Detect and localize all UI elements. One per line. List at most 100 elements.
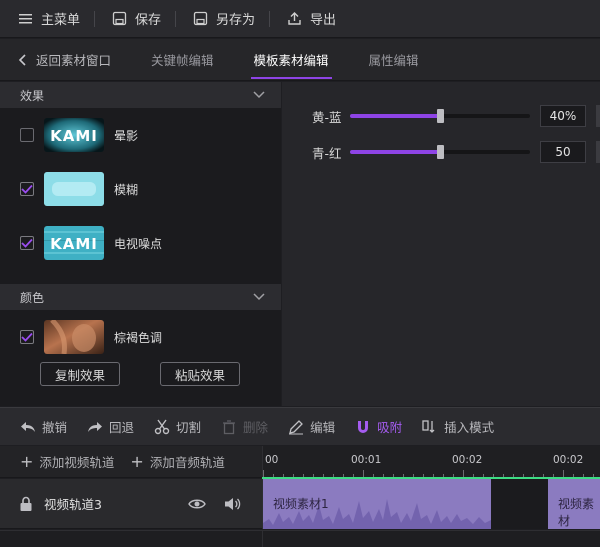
edit-label: 编辑 — [310, 420, 336, 435]
effect-item-tv-noise[interactable]: KAMI 电视噪点 — [0, 216, 281, 270]
add-audio-track-label: 添加音频轨道 — [149, 455, 225, 470]
color-section-header[interactable]: 颜色 — [0, 284, 281, 310]
slider-label-yellow-blue: 黄-蓝 — [312, 109, 342, 125]
timeline-scrollbar-area[interactable] — [0, 530, 600, 547]
slider-fill — [350, 150, 440, 154]
effect-label-vignette: 晕影 — [114, 128, 139, 143]
clip-label: 视频素材 — [558, 497, 595, 528]
effects-section-title: 效果 — [20, 88, 45, 103]
insert-mode-button[interactable]: 插入模式 — [402, 408, 494, 446]
back-to-material-window-button[interactable]: 返回素材窗口 — [0, 39, 131, 81]
edit-button[interactable]: 编辑 — [268, 408, 335, 446]
magnet-icon — [358, 420, 369, 433]
insert-mode-icon — [422, 419, 435, 433]
clip-video-material-2[interactable]: 视频素材 — [548, 479, 600, 529]
effect-checkbox-vignette[interactable] — [20, 128, 34, 142]
tab-template-material-edit[interactable]: 模板素材编辑 — [234, 39, 349, 81]
redo-button[interactable]: 回退 — [67, 408, 134, 446]
slider-handle[interactable] — [437, 109, 444, 123]
slider-row-cyan-red: 青-红 50 — [282, 140, 600, 164]
checkmark-icon — [21, 238, 33, 248]
back-label: 返回素材窗口 — [36, 53, 112, 68]
tv-noise-thumbnail: KAMI — [44, 226, 104, 260]
paste-effect-button[interactable]: 粘贴效果 — [160, 362, 240, 386]
track-lane-video-3[interactable]: 视频素材1 视频素材 — [262, 479, 600, 529]
properties-panel: 黄-蓝 40% 青-红 50 — [282, 82, 600, 406]
blur-thumbnail — [44, 172, 104, 206]
add-video-track-label: 添加视频轨道 — [39, 455, 115, 470]
effect-checkbox-sepia[interactable] — [20, 330, 34, 344]
ruler-tick-label: 00 — [265, 454, 279, 466]
clip-label: 视频素材1 — [273, 497, 329, 511]
effect-label-sepia: 棕褐色调 — [114, 330, 163, 345]
value-input-yellow-blue[interactable]: 40% — [540, 105, 586, 127]
undo-button[interactable]: 撤销 — [0, 408, 67, 446]
divider — [262, 531, 263, 547]
delete-label: 删除 — [243, 420, 269, 435]
chevron-down-icon — [253, 91, 265, 99]
plus-icon: + — [20, 451, 34, 471]
effect-item-vignette[interactable]: KAMI 晕影 — [0, 108, 281, 162]
editor-tab-bar: 返回素材窗口 关键帧编辑 模板素材编辑 属性编辑 — [0, 39, 600, 81]
add-audio-track-button[interactable]: + 添加音频轨道 — [130, 452, 224, 471]
save-icon — [112, 11, 127, 26]
main-menu-button[interactable]: 主菜单 — [0, 0, 94, 38]
pencil-icon — [289, 419, 304, 434]
checkmark-icon — [21, 332, 33, 342]
chevron-down-icon — [253, 293, 265, 301]
hamburger-icon — [19, 14, 32, 24]
stepper-edge[interactable] — [596, 141, 600, 163]
effect-checkbox-tv-noise[interactable] — [20, 236, 34, 250]
checkmark-icon — [21, 184, 33, 194]
tab-properties-edit[interactable]: 属性编辑 — [349, 39, 439, 81]
timeline-ruler[interactable]: 00 00:01 00:02 00:02 — [262, 446, 600, 478]
effect-label-blur: 模糊 — [114, 182, 139, 197]
slider-cyan-red[interactable] — [350, 145, 530, 159]
redo-label: 回退 — [109, 420, 135, 435]
effect-item-sepia[interactable]: 棕褐色调 — [0, 310, 281, 364]
value-input-cyan-red[interactable]: 50 — [540, 141, 586, 163]
eye-icon[interactable] — [188, 497, 206, 511]
save-as-label: 另存为 — [216, 13, 256, 28]
clip-video-material-1[interactable]: 视频素材1 — [263, 479, 491, 529]
cut-label: 切割 — [176, 420, 202, 435]
slider-label-cyan-red: 青-红 — [312, 145, 342, 161]
save-as-icon — [193, 11, 208, 26]
ruler-tick-label: 00:02 — [553, 454, 584, 466]
chevron-left-icon — [18, 53, 26, 66]
timeline-toolbar: 撤销 回退 切割 删除 编辑 吸附 插入模式 — [0, 407, 600, 445]
ruler-tick-label: 00:02 — [452, 454, 483, 466]
track-name: 视频轨道3 — [44, 497, 102, 512]
save-as-button[interactable]: 另存为 — [175, 0, 269, 38]
track-header-video-3[interactable]: 视频轨道3 — [0, 479, 262, 529]
save-label: 保存 — [135, 13, 162, 28]
cut-button[interactable]: 切割 — [134, 408, 201, 446]
slider-handle[interactable] — [437, 145, 444, 159]
scissors-icon — [154, 419, 170, 434]
slider-fill — [350, 114, 440, 118]
stepper-edge[interactable] — [596, 105, 600, 127]
slider-yellow-blue[interactable] — [350, 109, 530, 123]
export-icon — [288, 12, 301, 25]
vignette-thumbnail: KAMI — [44, 118, 104, 152]
effect-label-tv-noise: 电视噪点 — [114, 236, 163, 251]
lock-icon[interactable] — [19, 496, 33, 512]
tab-keyframe-edit[interactable]: 关键帧编辑 — [131, 39, 234, 81]
delete-button[interactable]: 删除 — [201, 408, 268, 446]
svg-text:KAMI: KAMI — [50, 235, 98, 253]
export-button[interactable]: 导出 — [269, 0, 350, 38]
effects-panel: 效果 KAMI 晕影 模糊 KAMI 电视噪点 颜色 棕褐色调 复制效果 粘贴效… — [0, 82, 281, 406]
undo-label: 撤销 — [42, 420, 68, 435]
snap-toggle[interactable]: 吸附 — [335, 408, 402, 446]
slider-row-yellow-blue: 黄-蓝 40% — [282, 104, 600, 128]
add-video-track-button[interactable]: + 添加视频轨道 — [20, 452, 114, 471]
effect-checkbox-blur[interactable] — [20, 182, 34, 196]
track-controls-bar: + 添加视频轨道 + 添加音频轨道 — [0, 446, 262, 478]
insert-mode-label: 插入模式 — [444, 420, 495, 435]
effect-item-blur[interactable]: 模糊 — [0, 162, 281, 216]
ruler-tick-label: 00:01 — [351, 454, 382, 466]
effects-section-header[interactable]: 效果 — [0, 82, 281, 108]
save-button[interactable]: 保存 — [94, 0, 175, 38]
copy-effect-button[interactable]: 复制效果 — [40, 362, 120, 386]
volume-icon[interactable] — [224, 496, 242, 512]
